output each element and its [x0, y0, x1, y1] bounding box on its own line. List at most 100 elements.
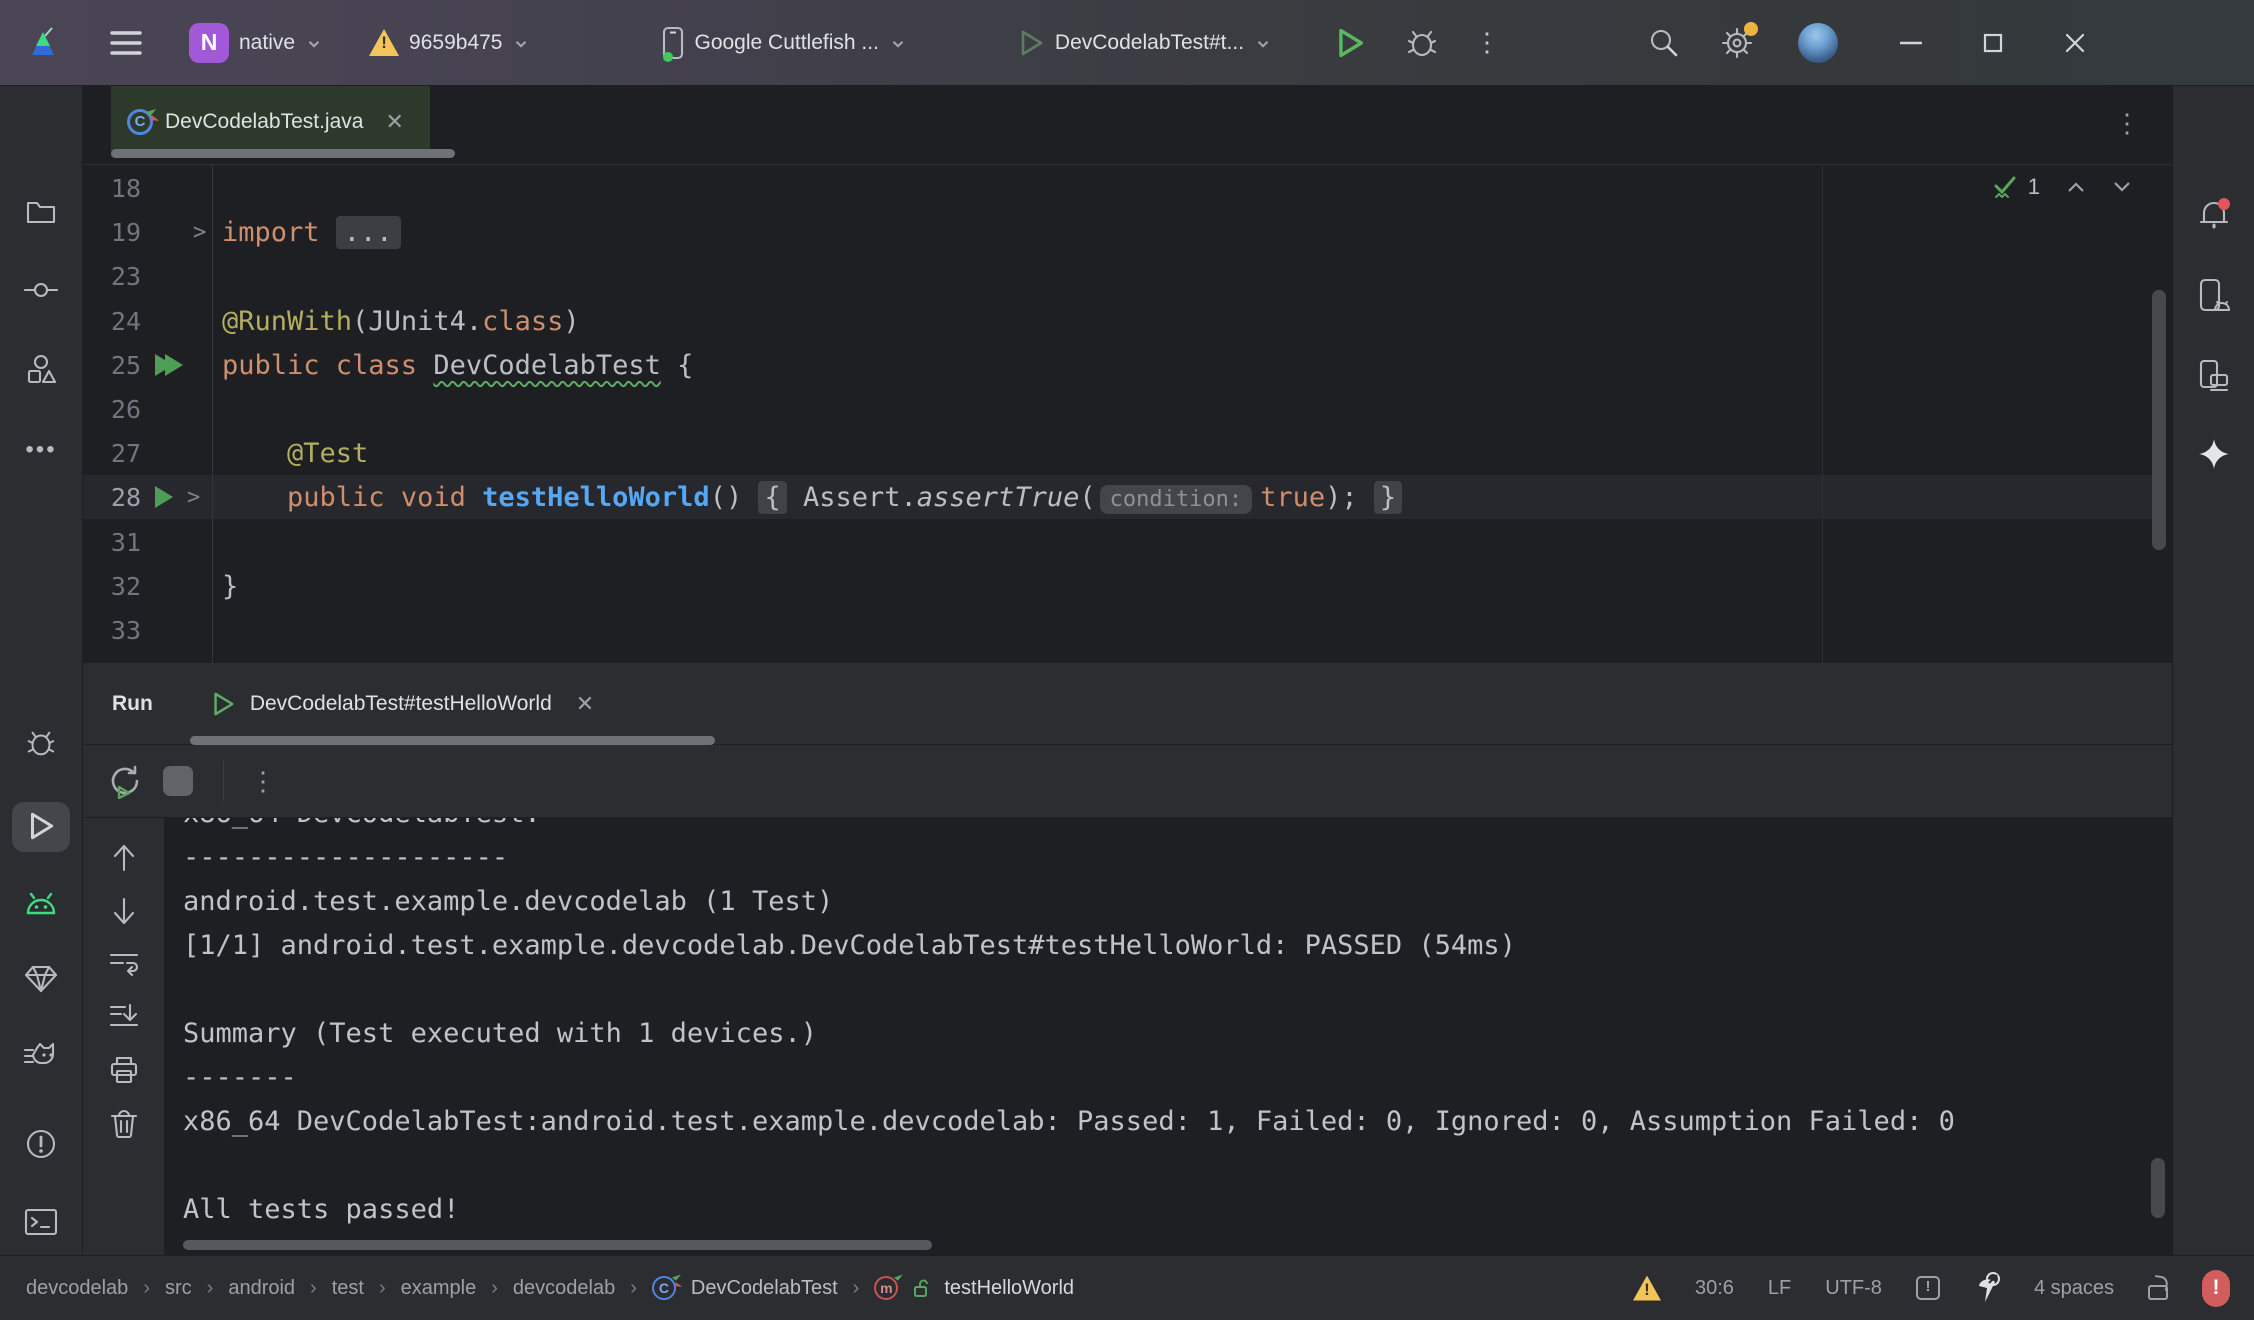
breadcrumb: devcodelab› src› android› test› example›… — [26, 1276, 1074, 1300]
tab-devcodelabtest-java[interactable]: C DevCodelabTest.java ✕ — [111, 86, 430, 157]
next-problem-chevron-icon[interactable] — [2112, 180, 2132, 194]
breadcrumb-item[interactable]: src — [165, 1277, 192, 1300]
device-manager-icon[interactable] — [2197, 278, 2231, 314]
run-tab-play-icon — [210, 690, 236, 718]
maximize-button[interactable] — [1966, 16, 2020, 70]
device-selector[interactable]: Google Cuttlefish ... — [662, 26, 906, 60]
run-test-gutter[interactable]: > — [141, 475, 212, 519]
editor-scrollbar[interactable] — [2152, 290, 2166, 550]
fold-arrow-icon[interactable]: > — [187, 485, 200, 510]
resource-manager-icon[interactable] — [25, 353, 57, 385]
code-line: 24 @RunWith(JUnit4.class) — [83, 299, 2083, 343]
warning-triangle-icon[interactable] — [1633, 1276, 1661, 1301]
error-badge[interactable]: ! — [2202, 1270, 2230, 1307]
parameter-hint: condition: — [1100, 485, 1252, 514]
unlocked-padlock-icon[interactable] — [2148, 1285, 2168, 1300]
settings-button[interactable] — [1720, 26, 1754, 60]
warning-triangle-icon — [369, 29, 399, 56]
indent-setting[interactable]: 4 spaces — [2034, 1277, 2114, 1300]
running-devices-mirror-icon[interactable] — [2197, 359, 2231, 393]
tab-close-icon[interactable]: ✕ — [385, 109, 403, 135]
code-line: 26 — [83, 387, 2083, 431]
tests-passed-check-icon — [1992, 173, 2020, 201]
file-encoding[interactable]: UTF-8 — [1825, 1277, 1882, 1300]
line-number: 19 — [83, 218, 141, 247]
hamburger-menu-icon[interactable] — [110, 30, 142, 56]
commit-icon[interactable] — [24, 282, 58, 298]
run-tab-label: DevCodelabTest#testHelloWorld — [250, 692, 552, 716]
run-tab[interactable]: DevCodelabTest#testHelloWorld ✕ — [210, 690, 594, 718]
search-button[interactable] — [1648, 27, 1680, 59]
breadcrumb-item[interactable]: test — [332, 1277, 364, 1300]
soft-wrap-icon[interactable] — [109, 951, 139, 977]
code-line: 18 — [83, 166, 2083, 210]
scroll-up-icon[interactable] — [111, 843, 137, 873]
line-number: 27 — [83, 439, 141, 468]
caret-position[interactable]: 30:6 — [1695, 1277, 1734, 1300]
print-icon[interactable] — [109, 1056, 139, 1084]
terminal-icon[interactable] — [24, 1208, 58, 1236]
close-button[interactable] — [2048, 16, 2102, 70]
more-tools-icon[interactable]: ••• — [25, 436, 56, 464]
more-actions-kebab-icon[interactable]: ⋮ — [1474, 27, 1500, 58]
run-more-kebab-icon[interactable]: ⋮ — [250, 766, 276, 797]
run-button[interactable] — [1334, 26, 1366, 60]
problem-count: 1 — [2028, 174, 2040, 200]
line-number: 32 — [83, 572, 141, 601]
tab-options-kebab-icon[interactable]: ⋮ — [2114, 108, 2140, 139]
code-line: 25 public class DevCodelabTest { — [83, 343, 2083, 387]
project-folder-icon[interactable] — [25, 197, 57, 225]
run-test-play-icon[interactable] — [155, 486, 173, 508]
code-line-current: 28 > public void testHelloWorld() { Asse… — [83, 475, 2083, 519]
highlighting-pin-icon[interactable] — [1974, 1272, 2000, 1304]
project-selector[interactable]: N native — [189, 23, 323, 63]
line-number: 28 — [83, 483, 141, 512]
unlocked-method-icon — [913, 1278, 929, 1298]
line-number: 33 — [83, 616, 141, 645]
fold-arrow-icon[interactable]: > — [193, 220, 206, 245]
breadcrumb-item[interactable]: DevCodelabTest — [691, 1277, 838, 1300]
prev-problem-chevron-icon[interactable] — [2066, 180, 2086, 194]
run-console[interactable]: x86_64 DevCodelabTest: -----------------… — [165, 818, 2172, 1255]
breadcrumb-separator: › — [491, 1277, 498, 1300]
scroll-down-icon[interactable] — [111, 896, 137, 926]
debug-tool-icon[interactable] — [24, 727, 58, 759]
run-tab-close-icon[interactable]: ✕ — [576, 691, 594, 717]
readonly-indicator-icon[interactable]: ! — [1916, 1276, 1940, 1300]
logcat-android-icon[interactable] — [24, 892, 58, 916]
scroll-to-end-icon[interactable] — [109, 1003, 139, 1031]
code-line: 27 @Test — [83, 431, 2083, 475]
line-ending[interactable]: LF — [1768, 1277, 1791, 1300]
run-tool-icon[interactable] — [26, 810, 56, 842]
problems-icon[interactable] — [25, 1128, 57, 1160]
app-quality-insights-gem-icon[interactable] — [24, 964, 58, 994]
line-number: 31 — [83, 528, 141, 557]
run-class-gutter[interactable] — [141, 343, 212, 387]
rerun-button[interactable] — [107, 763, 141, 799]
run-tab-scroll-indicator — [190, 736, 715, 745]
inspection-widget[interactable]: 1 — [1992, 173, 2132, 201]
debug-button[interactable] — [1404, 26, 1440, 60]
console-vertical-scrollbar[interactable] — [2151, 1158, 2165, 1218]
folded-imports[interactable]: ... — [336, 216, 401, 249]
gemini-sparkle-icon[interactable] — [2197, 437, 2231, 471]
run-class-play-icon2[interactable] — [165, 354, 183, 376]
console-toolbar — [83, 818, 165, 1255]
console-output: x86_64 DevCodelabTest: -----------------… — [183, 818, 1955, 1232]
profiler-cat-icon[interactable] — [23, 1042, 59, 1070]
notifications-bell-icon[interactable] — [2196, 196, 2232, 232]
console-horizontal-scrollbar[interactable] — [183, 1240, 932, 1250]
run-configuration-selector[interactable]: DevCodelabTest#t... — [1017, 28, 1272, 58]
avatar[interactable] — [1798, 23, 1838, 63]
breadcrumb-item[interactable]: android — [228, 1277, 295, 1300]
clear-console-trash-icon[interactable] — [110, 1108, 138, 1138]
toolbar-divider — [223, 761, 224, 801]
breadcrumb-item[interactable]: devcodelab — [513, 1277, 615, 1300]
code-editor[interactable]: 18 19 > import ... 23 24 @RunWith(JUnit4… — [83, 165, 2172, 663]
minimize-button[interactable] — [1884, 16, 1938, 70]
branch-selector[interactable]: 9659b475 — [369, 29, 530, 56]
breadcrumb-item[interactable]: devcodelab — [26, 1277, 128, 1300]
breadcrumb-item[interactable]: example — [401, 1277, 477, 1300]
breadcrumb-item-current[interactable]: testHelloWorld — [944, 1277, 1074, 1300]
run-toolbar: ⋮ — [83, 745, 2172, 818]
